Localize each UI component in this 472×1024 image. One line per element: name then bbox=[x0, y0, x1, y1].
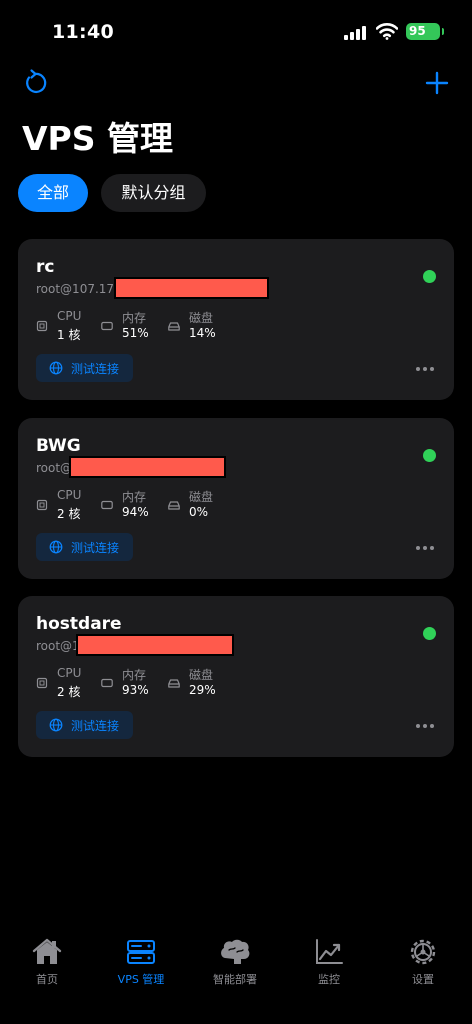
disk-icon bbox=[168, 501, 180, 510]
redaction-box bbox=[76, 634, 234, 656]
memory-icon bbox=[101, 500, 113, 510]
status-online-indicator bbox=[423, 449, 436, 462]
cpu-value: 2 核 bbox=[57, 507, 81, 521]
cpu-icon bbox=[36, 320, 48, 332]
add-icon[interactable] bbox=[422, 68, 452, 98]
test-connection-button[interactable]: 测试连接 bbox=[36, 711, 133, 739]
memory-label: 内存 bbox=[122, 668, 147, 682]
tab-vps-management[interactable]: VPS 管理 bbox=[101, 938, 181, 990]
test-connection-button[interactable]: 测试连接 bbox=[36, 533, 133, 561]
status-online-indicator bbox=[423, 270, 436, 283]
page-title: VPS 管理 bbox=[22, 119, 173, 158]
memory-icon bbox=[101, 321, 113, 331]
cpu-value: 1 核 bbox=[57, 328, 81, 342]
more-options-icon[interactable] bbox=[416, 716, 436, 736]
redaction-box bbox=[114, 277, 269, 299]
server-address: root@ bbox=[36, 461, 73, 475]
tab-bar: 首页 VPS 管理 智能部署 监控 设置 bbox=[0, 930, 472, 1024]
gear-icon bbox=[410, 939, 436, 965]
cpu-icon bbox=[36, 499, 48, 511]
server-card[interactable]: BWG root@ CPU 2 核 内存 94% 磁盘 0% 测试连接 bbox=[18, 418, 454, 579]
disk-label: 磁盘 bbox=[189, 490, 214, 504]
test-connection-label: 测试连接 bbox=[71, 719, 120, 733]
server-name: rc bbox=[36, 257, 55, 277]
status-bar: 11:40 95 bbox=[0, 0, 472, 62]
disk-icon bbox=[168, 679, 180, 688]
status-time: 11:40 bbox=[52, 21, 114, 43]
globe-icon bbox=[49, 361, 63, 375]
cellular-signal-icon bbox=[344, 26, 366, 40]
more-options-icon[interactable] bbox=[416, 538, 436, 558]
tab-smart-deploy-label: 智能部署 bbox=[213, 973, 257, 986]
cpu-icon bbox=[36, 677, 48, 689]
status-online-indicator bbox=[423, 627, 436, 640]
server-address: root@107.174. bbox=[36, 282, 126, 296]
test-connection-label: 测试连接 bbox=[71, 541, 120, 555]
disk-value: 14% bbox=[189, 326, 216, 340]
more-options-icon[interactable] bbox=[416, 359, 436, 379]
tab-settings[interactable]: 设置 bbox=[383, 938, 463, 990]
tab-home-label: 首页 bbox=[36, 973, 58, 986]
memory-label: 内存 bbox=[122, 490, 147, 504]
chart-icon bbox=[316, 939, 343, 964]
tab-monitor[interactable]: 监控 bbox=[289, 938, 369, 990]
redaction-box bbox=[69, 456, 226, 478]
tab-vps-management-label: VPS 管理 bbox=[117, 973, 165, 986]
globe-icon bbox=[49, 718, 63, 732]
cpu-label: CPU bbox=[57, 488, 82, 502]
home-icon bbox=[32, 938, 62, 964]
memory-label: 内存 bbox=[122, 311, 147, 325]
memory-value: 94% bbox=[122, 505, 149, 519]
disk-value: 0% bbox=[189, 505, 209, 519]
server-card[interactable]: rc root@107.174. CPU 1 核 内存 51% 磁盘 14% 测… bbox=[18, 239, 454, 400]
brain-icon bbox=[221, 939, 250, 964]
disk-label: 磁盘 bbox=[189, 311, 214, 325]
tab-monitor-label: 监控 bbox=[318, 973, 340, 986]
server-name: BWG bbox=[36, 436, 81, 456]
filter-chip-default-group[interactable]: 默认分组 bbox=[101, 174, 206, 212]
memory-icon bbox=[101, 678, 113, 688]
cpu-label: CPU bbox=[57, 309, 82, 323]
server-name: hostdare bbox=[36, 614, 122, 634]
tab-home[interactable]: 首页 bbox=[7, 938, 87, 990]
tab-settings-label: 设置 bbox=[412, 973, 434, 986]
globe-icon bbox=[49, 540, 63, 554]
disk-label: 磁盘 bbox=[189, 668, 214, 682]
tab-smart-deploy[interactable]: 智能部署 bbox=[195, 938, 275, 990]
server-icon bbox=[127, 940, 155, 964]
server-address: root@1 bbox=[36, 639, 80, 653]
disk-value: 29% bbox=[189, 683, 216, 697]
refresh-icon[interactable] bbox=[20, 68, 50, 98]
cpu-value: 2 核 bbox=[57, 685, 81, 699]
cpu-label: CPU bbox=[57, 666, 82, 680]
test-connection-label: 测试连接 bbox=[71, 362, 120, 376]
memory-value: 93% bbox=[122, 683, 149, 697]
disk-icon bbox=[168, 322, 180, 331]
test-connection-button[interactable]: 测试连接 bbox=[36, 354, 133, 382]
wifi-icon bbox=[376, 23, 398, 40]
filter-chip-all[interactable]: 全部 bbox=[18, 174, 88, 212]
memory-value: 51% bbox=[122, 326, 149, 340]
battery-indicator: 95 bbox=[406, 23, 444, 40]
server-card[interactable]: hostdare root@1 CPU 2 核 内存 93% 磁盘 29% 测试… bbox=[18, 596, 454, 757]
